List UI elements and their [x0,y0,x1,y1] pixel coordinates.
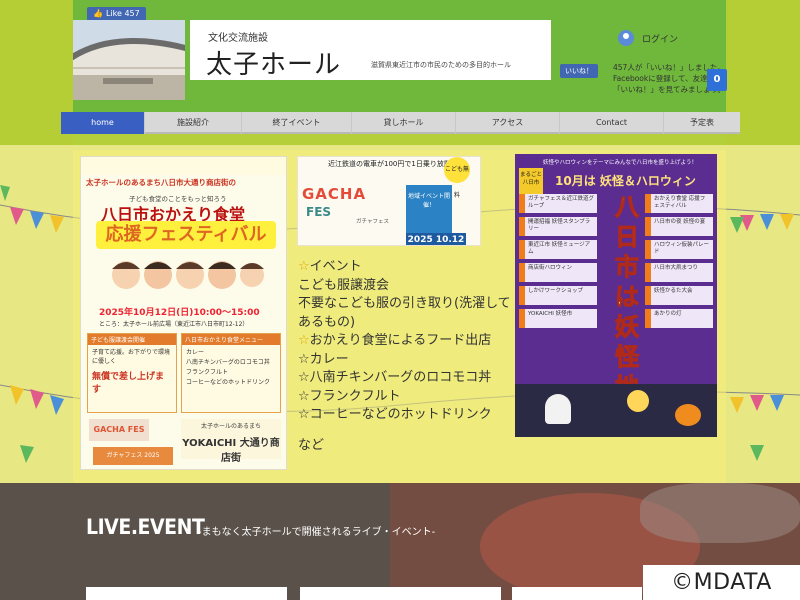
poster3-item: 八日市大凧まつり [645,263,713,282]
facebook-iine-button[interactable]: いいね！ [560,64,598,78]
menu-label: 八日市おかえり食堂メニュー [182,334,280,345]
moon-icon [627,390,649,412]
menu-box: 八日市おかえり食堂メニュー カレー 八南チキンバーグのロコモコ丼 フランクフルト… [181,333,281,413]
logo-caption: 太子ホールのあるまち [200,423,261,430]
event-line: ☆八南チキンバーグのロコモコ丼 [298,370,492,385]
poster2-date: 2025 10.12 [406,233,466,245]
event-line: ☆カレー [298,351,349,367]
site-title: 太子ホール [206,50,342,80]
event-line-text: イベント [309,259,362,274]
clothes-swap-free: 無償で差し上げます [92,372,165,395]
copyright-watermark: ©MDATA [643,565,800,600]
event-etc: など [298,437,325,453]
pumpkin-icon [675,404,701,426]
shopping-street-logo: 太子ホールのあるまち YOKAICHI 大通り商店街 [181,419,281,464]
poster3-item: 妖怪かるた大会 [645,286,713,305]
nav-item-schedule[interactable]: 予定表 [664,112,740,134]
menu-list: カレー 八南チキンバーグのロコモコ丼 フランクフルト コーヒーなどのホットドリン… [182,345,280,391]
poster2-headline: 近江鉄道の電車が100円で1日乗り放題！ [328,160,458,168]
poster2-fes: FES [306,205,332,219]
nav-item-rental-hall[interactable]: 貸しホール [352,112,456,134]
poster3-right-list: おかえり食堂 応援フェスティバル 八日市の夜 妖怪の宴 ハロウィン仮装パレード … [645,194,713,332]
event-line: ☆フランクフルト [298,388,401,404]
cart-button[interactable]: 0 [707,69,727,91]
poster3-left-list: ガチャフェス＆近江鉄道グループ 開運招福 妖怪スタンプラリー 東近江市 妖怪ミュ… [519,194,597,332]
menu-item: フランクフルト [186,369,229,376]
hall-photo [73,20,185,100]
poster2-mini: ガチャフェス [356,219,389,225]
poster3-badge: まるごと八日市 [519,168,543,194]
poster1-place: ところ：太子ホール前広場（東近江市八日市町12-12） [99,321,249,328]
poster3-item: おかえり食堂 応援フェスティバル [645,194,713,213]
fb-iine-label: いいね！ [565,67,593,75]
site-title-box[interactable]: 文化交流施設 太子ホール 滋賀県東近江市の市民のための多目的ホール [190,20,551,80]
poster3-item: YOKAICHI 妖怪市 [519,309,597,328]
live-event-card[interactable] [512,587,642,600]
main-nav: home 施設紹介 終了イベント 貸しホール アクセス Contact 予定表 [61,112,740,134]
fb-like-label: Like [105,9,122,18]
fb-like-count: 457 [124,9,140,18]
clothes-swap-text: 子育て応援。お下がりで環境に優しく [92,349,171,365]
poster3-headline: 妖怪やハロウィンをテーマにみんなで八日市を盛り上げよう！ [543,160,698,166]
poster1-gacha-logo: GACHA FES [89,419,149,441]
site-description: 滋賀県東近江市の市民のための多目的ホール [371,61,511,69]
kids-illustration [112,261,264,289]
poster3-night-scene [515,384,717,437]
poster3-item: ハロウィン仮装パレード [645,240,713,259]
poster1-date: 2025年10月12日(日)10:00〜15:00 [99,308,260,318]
event-line: 不要なこども服の引き取り(洗濯して [298,296,511,311]
nav-item-contact[interactable]: Contact [560,112,664,134]
cart-count: 0 [713,74,721,85]
login-label: ログイン [642,34,679,45]
event-line: ☆イベント [298,258,508,277]
star-icon: ☆ [298,259,310,274]
poster3-vertical-title: 八日市は妖怪地 [615,193,640,402]
nav-item-facility[interactable]: 施設紹介 [145,112,242,134]
festival-poster[interactable]: 太子ホールのあるまち八日市大通り商店街の 子ども食堂のことをもっと知ろう 八日市… [80,156,287,470]
halloween-poster[interactable]: まるごと八日市 妖怪やハロウィンをテーマにみんなで八日市を盛り上げよう！ 10月… [515,154,717,437]
poster-top-strip [81,157,286,175]
facebook-thumb-icon: 👍 [93,9,103,18]
poster1-headline: 太子ホールのあるまち八日市大通り商店街の [86,178,236,187]
poster3-item: 開運招福 妖怪スタンプラリー [519,217,597,236]
star-icon: ☆ [298,333,310,348]
gacha-fes-strip: ガチャフェス 2025 [93,447,173,465]
poster3-item: 八日市の夜 妖怪の宴 [645,217,713,236]
poster3-item: ガチャフェス＆近江鉄道グループ [519,194,597,213]
poster3-item: 東近江市 妖怪ミュージアム [519,240,597,259]
poster1-festival-banner: 応援フェスティバル [96,221,276,249]
site-subtitle: 文化交流施設 [208,33,268,44]
live-event-subtitle: -まもなく太子ホールで開催されるライブ・イベント- [198,527,436,538]
photo-shade [640,483,800,543]
menu-item: カレー [186,349,205,356]
gacha-fes-poster[interactable]: 近江鉄道の電車が100円で1日乗り放題！ こども無料 GACHA FES ガチャ… [297,156,481,246]
poster3-item: しかけワークショップ [519,286,597,305]
menu-item: コーヒーなどのホットドリンク [186,379,271,386]
poster2-free-badge: こども無料 [444,157,470,199]
live-event-card[interactable] [86,587,287,600]
event-line: こども服譲渡会 [298,277,390,293]
event-line-text: おかえり食堂によるフード出店 [309,333,492,348]
event-line: ☆コーヒーなどのホットドリンク [298,407,492,422]
login-button[interactable]: ログイン [618,30,678,46]
poster3-item: あかりの灯 [645,309,713,328]
poster2-gacha: GACHA [302,185,367,203]
live-event-card[interactable] [300,587,501,600]
clothes-swap-label: 子ども服譲渡会開催 [88,334,176,345]
user-avatar-icon [618,30,634,46]
ghost-icon [545,394,571,424]
nav-item-home[interactable]: home [61,112,145,134]
logo-text: YOKAICHI 大通り商店街 [182,438,280,464]
nav-item-access[interactable]: アクセス [456,112,560,134]
poster3-title: 10月は 妖怪＆ハロウィン [555,174,696,188]
event-line: あるもの) [298,314,356,330]
live-event-title: LIVE.EVENT [86,515,205,539]
menu-item: 八南チキンバーグのロコモコ丼 [186,359,270,366]
poster3-item: 商店街ハロウィン [519,263,597,282]
event-description: ☆イベント こども服譲渡会 不要なこども服の引き取り(洗濯して あるもの) ☆お… [298,258,511,455]
nav-item-past-events[interactable]: 終了イベント [242,112,352,134]
event-line: ☆おかえり食堂によるフード出店 [298,332,508,351]
facebook-like-button[interactable]: 👍 Like 457 [87,7,146,21]
clothes-swap-box: 子ども服譲渡会開催 子育て応援。お下がりで環境に優しく 無償で差し上げます [87,333,177,413]
